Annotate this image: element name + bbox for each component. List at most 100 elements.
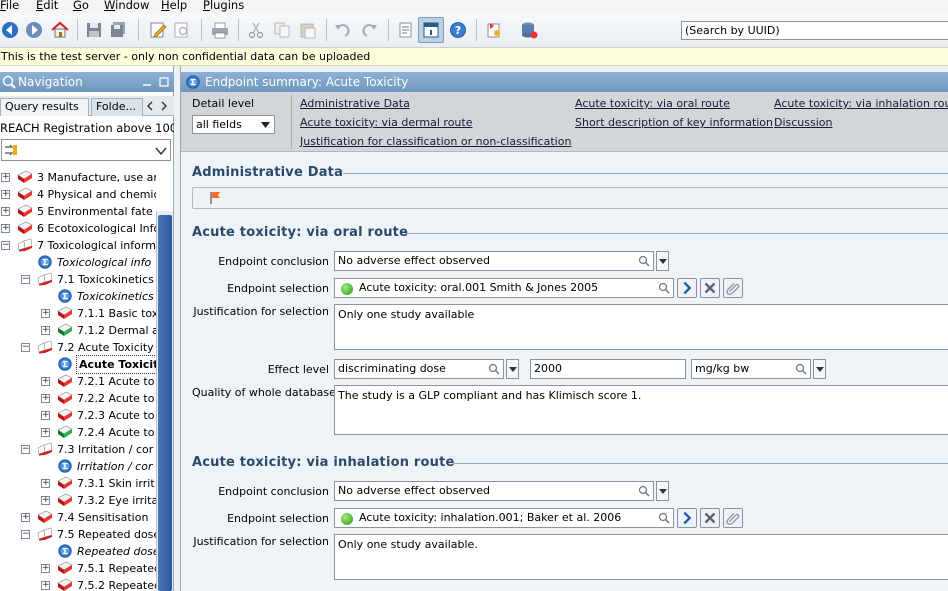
oral-endpoint-selection-field[interactable]: Acute toxicity: oral.001 Smith & Jones 2…	[334, 278, 674, 298]
save-all-icon[interactable]	[108, 20, 128, 40]
flag-icon[interactable]	[209, 191, 221, 205]
expand-icon[interactable]: +	[1, 173, 10, 182]
navigation-scrollbar[interactable]	[156, 211, 173, 591]
expand-icon[interactable]: +	[41, 309, 50, 318]
tree-item[interactable]: +7.5.2 Repeated	[0, 577, 156, 591]
undo-icon[interactable]	[333, 20, 353, 40]
oral-effect-unit-dropdown[interactable]	[813, 359, 826, 379]
tree-item[interactable]: +7.2.2 Acute to	[0, 390, 156, 407]
task-icon[interactable]	[484, 20, 504, 40]
toc-link-administrative-data[interactable]: Administrative Data	[300, 97, 410, 110]
tree-item[interactable]: +7.4 Sensitisation	[0, 509, 156, 526]
collapse-icon[interactable]: −	[21, 275, 30, 284]
tree-item[interactable]: +6 Ecotoxicological Info	[0, 220, 156, 237]
scroll-tabs-left-icon[interactable]	[145, 101, 155, 111]
tree-item[interactable]: Irritation / cor	[0, 458, 156, 475]
oral-effect-value-field[interactable]: 2000	[530, 359, 686, 379]
help-icon[interactable]: ?	[448, 20, 468, 40]
expand-icon[interactable]: +	[41, 326, 50, 335]
tree-item[interactable]: Acute Toxicit	[0, 355, 156, 374]
tree-item[interactable]: +7.2.3 Acute to	[0, 407, 156, 424]
search-icon[interactable]	[658, 282, 670, 294]
collapse-icon[interactable]: −	[21, 343, 30, 352]
cut-icon[interactable]	[246, 20, 266, 40]
oral-effect-qualifier-dropdown[interactable]	[506, 359, 519, 379]
tree-item[interactable]: +7.1.2 Dermal a	[0, 322, 156, 339]
expand-icon[interactable]: +	[41, 394, 50, 403]
preview-icon[interactable]	[172, 20, 192, 40]
tree-item[interactable]: +3 Manufacture, use an	[0, 169, 156, 186]
menu-plugins[interactable]: Plugins	[203, 0, 244, 12]
collapse-icon[interactable]: −	[21, 530, 30, 539]
search-icon[interactable]	[658, 512, 670, 524]
info-view-icon[interactable]	[421, 20, 441, 40]
oral-effect-unit-field[interactable]: mg/kg bw	[691, 359, 811, 379]
oral-justification-textarea[interactable]: Only one study available	[334, 304, 948, 350]
oral-quality-textarea[interactable]: The study is a GLP compliant and has Kli…	[334, 385, 948, 435]
save-icon[interactable]	[84, 20, 104, 40]
copy-icon[interactable]	[272, 20, 292, 40]
expand-icon[interactable]: +	[41, 496, 50, 505]
tree-item[interactable]: +5 Environmental fate a	[0, 203, 156, 220]
tree-item[interactable]: − 7.5 Repeated dose	[0, 526, 156, 543]
minimize-icon[interactable]	[142, 77, 152, 87]
menu-edit[interactable]: Edit	[36, 0, 58, 12]
oral-endpoint-conclusion-dropdown[interactable]	[656, 251, 669, 271]
database-icon[interactable]	[519, 20, 539, 40]
tree-item[interactable]: +7.2.1 Acute to	[0, 373, 156, 390]
tab-folders[interactable]: Folde...	[91, 98, 143, 116]
back-icon[interactable]	[0, 20, 20, 40]
uuid-search-input[interactable]: (Search by UUID)	[681, 21, 948, 40]
toc-link-inhalation-route[interactable]: Acute toxicity: via inhalation rout	[774, 97, 948, 110]
toc-link-discussion[interactable]: Discussion	[774, 116, 833, 129]
scrollbar-thumb[interactable]	[158, 215, 172, 591]
inhalation-endpoint-conclusion-field[interactable]: No adverse effect observed	[334, 481, 654, 501]
inhalation-endpoint-conclusion-dropdown[interactable]	[656, 481, 669, 501]
tree-item[interactable]: Repeated dose	[0, 543, 156, 560]
expand-icon[interactable]: +	[41, 564, 50, 573]
attach-link-icon[interactable]	[723, 278, 743, 298]
tree-item[interactable]: +7.1.1 Basic tox	[0, 305, 156, 322]
expand-icon[interactable]: +	[41, 377, 50, 386]
menu-help[interactable]: Help	[161, 0, 187, 12]
paste-icon[interactable]	[298, 20, 318, 40]
menu-file[interactable]: File	[0, 0, 19, 12]
oral-effect-qualifier-field[interactable]: discriminating dose	[334, 359, 504, 379]
tree-item[interactable]: +7.5.1 Repeated	[0, 560, 156, 577]
expand-icon[interactable]: +	[41, 479, 50, 488]
tree-item[interactable]: − 7.1 Toxicokinetics	[0, 271, 156, 288]
expand-icon[interactable]: +	[1, 190, 10, 199]
inhalation-justification-textarea[interactable]: Only one study available.	[334, 534, 948, 580]
tab-query-results[interactable]: Query results	[0, 98, 89, 116]
forward-icon[interactable]	[24, 20, 44, 40]
expand-icon[interactable]: +	[1, 224, 10, 233]
scroll-tabs-right-icon[interactable]	[159, 101, 169, 111]
search-icon[interactable]	[795, 363, 807, 375]
goto-link-icon[interactable]	[677, 278, 697, 298]
inhalation-endpoint-selection-field[interactable]: Acute toxicity: inhalation.001; Baker et…	[334, 508, 674, 528]
tree-item[interactable]: +7.3.2 Eye irrita	[0, 492, 156, 509]
tree-item[interactable]: +7.3.1 Skin irrit	[0, 475, 156, 492]
redo-icon[interactable]	[359, 20, 379, 40]
menu-go[interactable]: Go	[73, 0, 89, 12]
oral-endpoint-conclusion-field[interactable]: No adverse effect observed	[334, 251, 654, 271]
expand-icon[interactable]: +	[21, 513, 30, 522]
expand-icon[interactable]: +	[1, 207, 10, 216]
tree-item[interactable]: Toxicological info	[0, 254, 156, 271]
expand-icon[interactable]: +	[41, 411, 50, 420]
chevron-down-icon[interactable]	[155, 146, 167, 156]
search-icon[interactable]	[488, 363, 500, 375]
expand-icon[interactable]: +	[41, 428, 50, 437]
expand-icon[interactable]: +	[41, 581, 50, 590]
search-icon[interactable]	[638, 485, 650, 497]
print-icon[interactable]	[210, 20, 230, 40]
detail-level-select[interactable]: all fields	[192, 115, 275, 134]
tree-item[interactable]: − 7.2 Acute Toxicity	[0, 339, 156, 356]
collapse-icon[interactable]: −	[21, 445, 30, 454]
tree-item[interactable]: − 7 Toxicological inform	[0, 237, 156, 254]
search-icon[interactable]	[638, 255, 650, 267]
maximize-icon[interactable]	[159, 77, 169, 87]
goto-link-icon[interactable]	[677, 508, 697, 528]
toc-link-short-description[interactable]: Short description of key information	[575, 116, 773, 129]
home-icon[interactable]	[50, 20, 70, 40]
